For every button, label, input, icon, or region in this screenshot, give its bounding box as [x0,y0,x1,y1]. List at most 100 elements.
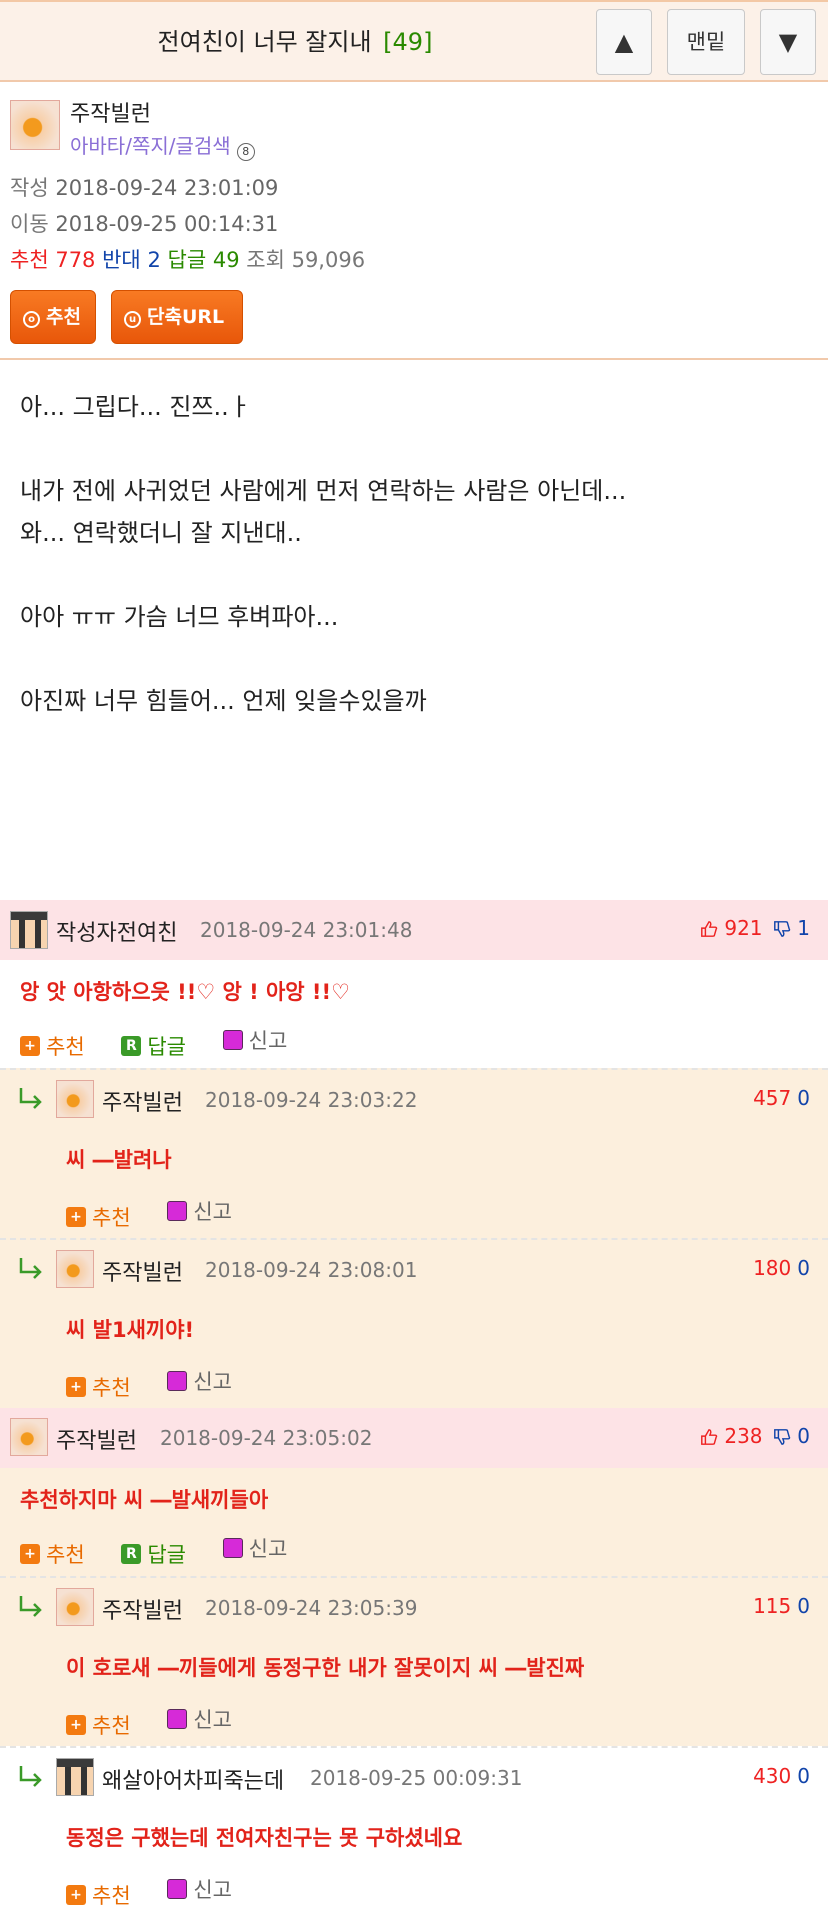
comment-recommend-button[interactable]: + 추천 [20,1539,85,1569]
avatar[interactable] [56,1588,94,1626]
upvote-count: 115 [753,1594,792,1618]
upvote-count: 457 [753,1086,792,1110]
comment-votes: 430 0 [753,1764,810,1788]
reply-comment: 주작빌런 2018-09-24 23:03:22 457 0 씨 ―발려나 + 추천… [0,1068,828,1238]
plus-icon: + [66,1715,86,1735]
comment-author[interactable]: 주작빌런 [102,1255,183,1287]
comment-author[interactable]: 주작빌런 [102,1085,183,1117]
comment-author[interactable]: 왜살아어차피죽는데 [102,1763,284,1795]
moved-label: 이동 [10,212,49,236]
level-badge-icon: 8 [236,143,255,161]
comment-text: 추천하지마 씨 ―발새끼들아 [20,1488,269,1512]
comment-report-button[interactable]: 신고 [222,1025,288,1055]
thumb-up-icon[interactable] [700,920,718,938]
body-line: 아아 ㅠㅠ 가슴 너므 후벼파아... [20,603,339,631]
avatar[interactable] [56,1080,94,1118]
author-name[interactable]: 주작빌런 [70,96,151,128]
comment-text: 씨 발1새끼야! [66,1318,195,1342]
recommend-button-label: 추천 [46,306,81,328]
comment-recommend-button[interactable]: + 추천 [66,1372,131,1402]
comment-actions: + 추천 신고 [66,1366,262,1402]
reply-comment: 주작빌런 2018-09-24 23:05:39 115 0 이 호로새 ―끼들에… [0,1576,828,1746]
comment-actions: + 추천 신고 [66,1874,262,1910]
report-label: 신고 [193,1878,232,1902]
comment-report-button[interactable]: 신고 [222,1533,287,1563]
comment-recommend-button[interactable]: + 추천 [66,1202,131,1232]
siren-icon [167,1709,188,1729]
recommend-label: 추천 [46,1543,85,1567]
short-url-button[interactable]: u 단축URL [111,290,243,344]
siren-icon [222,1030,243,1050]
comment-report-button[interactable]: 신고 [167,1196,232,1226]
comment-text: 이 호로새 ―끼들에게 동정구한 내가 잘못이지 씨 ―발진짜 [66,1656,585,1680]
comment-date: 2018-09-24 23:05:02 [160,1426,373,1450]
scroll-down-button[interactable]: ▼ [760,9,816,75]
body-gap [20,428,810,470]
comment-report-button[interactable]: 신고 [167,1874,232,1904]
avatar[interactable] [56,1758,94,1796]
moved-date: 이동 2018-09-25 00:14:31 [10,208,278,238]
plus-icon: + [66,1377,86,1397]
thumb-down-icon[interactable] [773,920,791,938]
downvote-count: 0 [797,1764,810,1788]
downvote-count: 0 [797,1256,810,1280]
downvote-count: 0 [797,1594,810,1618]
reply-label: 답글 [147,1543,186,1567]
comment-actions: + 추천 R 답글 신고 [20,1533,317,1569]
views-label: 조회 [246,248,285,272]
comment-votes: 921 1 [700,916,810,940]
moved-value: 2018-09-25 00:14:31 [55,212,279,236]
comment-recommend-button[interactable]: + 추천 [66,1710,131,1740]
siren-icon [167,1879,188,1899]
comment-recommend-button[interactable]: + 추천 [20,1031,85,1061]
downvote-count: 1 [797,916,810,940]
report-label: 신고 [248,1029,288,1053]
written-value: 2018-09-24 23:01:09 [55,176,279,200]
thumb-up-icon[interactable] [700,1428,718,1446]
comment-date: 2018-09-24 23:05:39 [205,1596,418,1620]
body-gap [20,554,810,596]
comment-author[interactable]: 작성자전여친 [56,915,177,947]
upvote-count: 180 [753,1256,792,1280]
author-links[interactable]: 아바타/쪽지/글검색 8 [70,130,255,161]
recommend-button[interactable]: o 추천 [10,290,96,344]
comment-report-button[interactable]: 신고 [167,1704,232,1734]
siren-icon [167,1371,188,1391]
body-line: 아진짜 너무 힘들어... 언제 잊을수있을까 [20,687,427,715]
body-line: 와... 연락했더니 잘 지낸대.. [20,519,302,547]
post-divider [0,358,828,360]
post-title-text: 전여친이 너무 잘지내 [157,28,372,56]
reply-comment: 왜살아어차피죽는데 2018-09-25 00:09:31 430 0 동정은 구… [0,1746,828,1925]
author-links-text[interactable]: 아바타/쪽지/글검색 [70,134,231,158]
plus-icon: + [66,1207,86,1227]
comment-votes: 180 0 [753,1256,810,1280]
circle-o-icon: o [23,311,40,328]
reply-arrow-icon [19,1088,42,1109]
comment-votes: 457 0 [753,1086,810,1110]
comment-text: 씨 ―발려나 [66,1148,172,1172]
author-avatar[interactable] [10,100,60,150]
thumb-down-icon[interactable] [773,1428,791,1446]
avatar[interactable] [10,911,48,949]
comment-author[interactable]: 주작빌런 [102,1593,183,1625]
scroll-up-button[interactable]: ▲ [596,9,652,75]
reply-arrow-icon [19,1258,42,1279]
comment-reply-button[interactable]: R 답글 [121,1539,186,1569]
go-bottom-button[interactable]: 맨밑 [667,9,745,75]
comment-text: 앙 앗 아항하으읏 !!♡ 앙 ! 아앙 !!♡ [20,980,350,1004]
comment-votes: 115 0 [753,1594,810,1618]
avatar[interactable] [56,1250,94,1288]
recommend-label: 추천 [92,1376,131,1400]
reply-r-icon: R [121,1544,142,1564]
replies-count: 49 [212,248,240,272]
upvote-count: 238 [724,1424,763,1448]
comment-reply-button[interactable]: R 답글 [121,1031,186,1061]
comment-recommend-button[interactable]: + 추천 [66,1880,131,1910]
avatar[interactable] [10,1418,48,1456]
comment-report-button[interactable]: 신고 [167,1366,232,1396]
comment-date: 2018-09-24 23:08:01 [205,1258,418,1282]
comment-actions: + 추천 신고 [66,1704,262,1740]
comment-author[interactable]: 주작빌런 [56,1423,137,1455]
reply-r-icon: R [121,1036,142,1056]
plus-icon: + [20,1544,40,1564]
